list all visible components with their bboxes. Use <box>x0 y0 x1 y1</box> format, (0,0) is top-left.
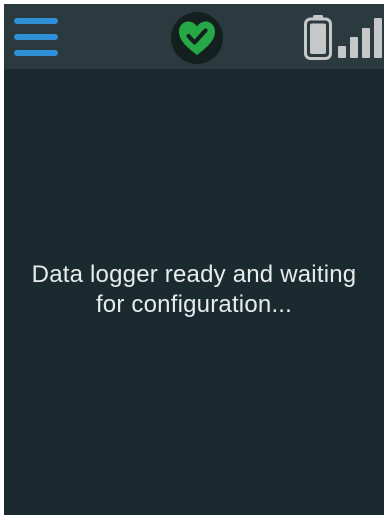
battery-icon <box>304 15 332 60</box>
hamburger-menu-icon-line <box>14 50 58 56</box>
status-message: Data logger ready and waiting for config… <box>31 261 357 318</box>
hamburger-menu-icon-line <box>14 34 58 40</box>
signal-bar <box>338 46 346 58</box>
hamburger-menu-icon-line <box>14 18 58 24</box>
main-content: Data logger ready and waiting for config… <box>4 69 384 515</box>
health-status-icon <box>171 12 223 64</box>
signal-bar <box>362 28 370 58</box>
device-screen: Data logger ready and waiting for config… <box>4 4 384 515</box>
heart-check-icon <box>171 12 223 64</box>
signal-bar <box>374 18 382 58</box>
signal-strength-icon <box>338 18 383 58</box>
status-bar <box>4 4 384 69</box>
menu-button[interactable] <box>14 18 62 56</box>
signal-bar <box>350 37 358 58</box>
